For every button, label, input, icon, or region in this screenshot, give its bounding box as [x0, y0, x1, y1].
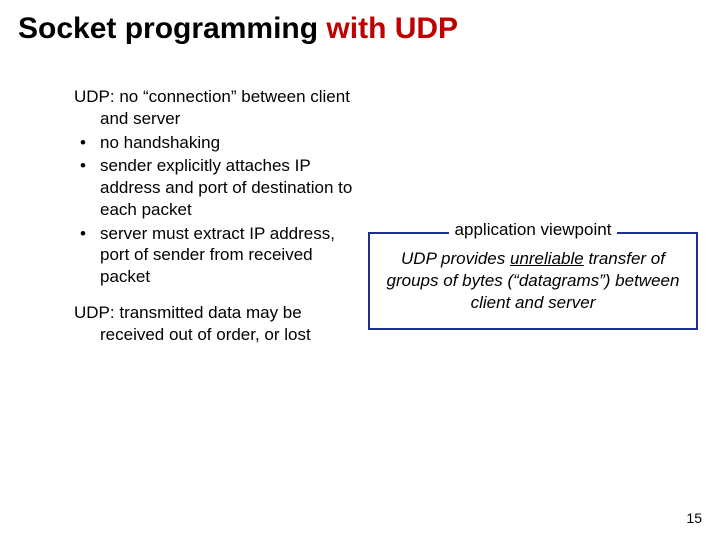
left-column: UDP: no “connection” between client and … [74, 86, 364, 345]
slide-title: Socket programming with UDP [18, 12, 458, 45]
bullet-list: no handshaking sender explicitly attache… [74, 132, 364, 288]
note-lead: UDP: [74, 303, 115, 322]
intro-lead: UDP: [74, 87, 115, 106]
list-item: server must extract IP address, port of … [74, 223, 364, 288]
slide: Socket programming with UDP UDP: no “con… [0, 0, 720, 540]
viewpoint-box: UDP provides unreliable transfer of grou… [368, 232, 698, 330]
intro-paragraph: UDP: no “connection” between client and … [74, 86, 364, 130]
page-number: 15 [686, 510, 702, 526]
box-text-pre: UDP provides [401, 249, 510, 268]
list-item: no handshaking [74, 132, 364, 154]
bullet-text: server must extract IP address, port of … [100, 224, 335, 287]
bullet-text: sender explicitly attaches IP address an… [100, 156, 352, 219]
box-text-underlined: unreliable [510, 249, 584, 268]
box-legend-text: application viewpoint [449, 220, 618, 239]
title-part-black: Socket programming [18, 12, 326, 45]
note-paragraph: UDP: transmitted data may be received ou… [74, 302, 364, 346]
note-rest: transmitted data may be received out of … [100, 303, 311, 344]
box-legend: application viewpoint [368, 220, 698, 240]
bullet-text: no handshaking [100, 133, 220, 152]
viewpoint-box-wrap: application viewpoint UDP provides unrel… [368, 232, 698, 330]
intro-rest: no “connection” between client and serve… [100, 87, 350, 128]
title-part-red: with UDP [326, 12, 458, 45]
list-item: sender explicitly attaches IP address an… [74, 155, 364, 220]
